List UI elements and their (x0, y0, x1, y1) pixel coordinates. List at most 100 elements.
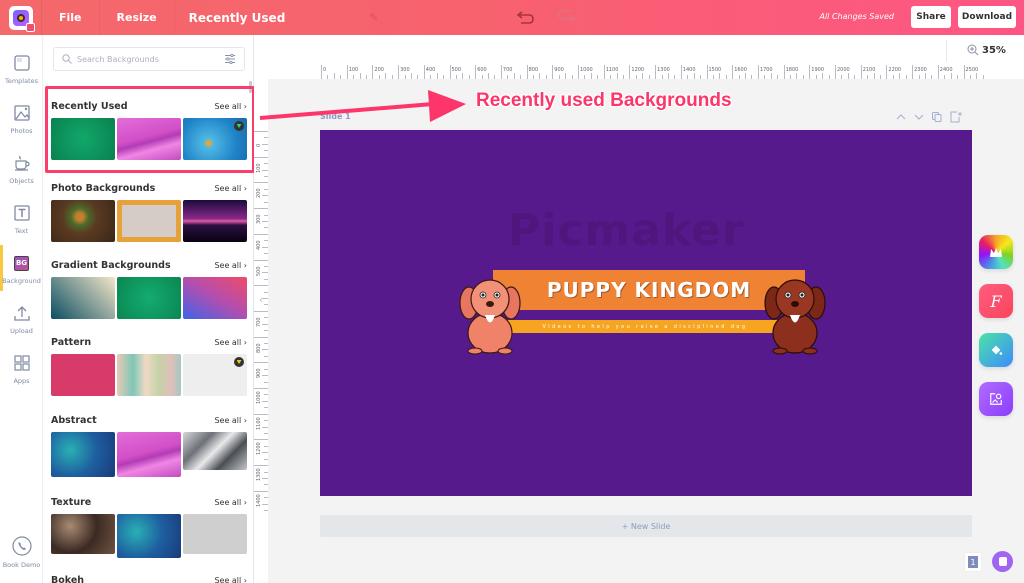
ruler-label: 200 (374, 67, 384, 73)
puppy-illustration-right[interactable] (760, 275, 830, 355)
thumb-leaf-frame[interactable] (117, 200, 181, 242)
thumb-blue-paint[interactable] (117, 514, 181, 558)
search-input[interactable]: Search Backgrounds (77, 55, 224, 64)
thumb-green-radial[interactable] (117, 277, 181, 319)
thumb-teal-cream[interactable] (51, 277, 115, 319)
app-button-fonts[interactable]: F (979, 284, 1013, 318)
thumb-pink-texture[interactable] (51, 354, 115, 396)
thumb-firewood[interactable] (51, 514, 115, 554)
ruler-label: 1300 (256, 468, 262, 482)
ruler-subtick (539, 73, 541, 79)
app-logo[interactable] (0, 0, 42, 35)
nav-photos[interactable]: Photos (0, 98, 43, 148)
app-button-magic[interactable] (979, 235, 1013, 269)
ruler-subtick (333, 73, 335, 79)
nav-upload[interactable]: Upload (0, 298, 43, 348)
ruler-tick (254, 259, 268, 261)
design-title[interactable]: PUPPY KINGDOM (547, 278, 751, 302)
move-up-icon[interactable] (895, 111, 907, 123)
ruler-tick (732, 65, 734, 79)
nav-apps[interactable]: Apps (0, 348, 43, 398)
file-menu[interactable]: File (42, 0, 100, 35)
puppy-illustration-left[interactable] (455, 275, 525, 355)
redo-icon[interactable] (556, 9, 576, 25)
ruler-subtick (770, 73, 772, 79)
new-slide-button[interactable]: + New Slide (320, 515, 972, 537)
collapse-panel-icon[interactable]: ‹ (254, 293, 268, 307)
see-all-link[interactable]: See all › (214, 338, 247, 347)
resize-menu[interactable]: Resize (100, 0, 175, 35)
nav-text[interactable]: Text (0, 198, 43, 248)
ruler-subtick (667, 73, 669, 79)
ruler-subtick (378, 75, 380, 79)
book-demo-button[interactable]: Book Demo (0, 530, 43, 580)
ruler-subtick (513, 73, 515, 79)
page-count[interactable]: 1 (964, 552, 982, 572)
see-all-link[interactable]: See all › (214, 416, 247, 425)
zoom-in-icon (967, 44, 979, 56)
search-icon (62, 54, 72, 64)
ruler-subtick (905, 75, 907, 79)
thumb-pink-blue[interactable] (183, 277, 247, 319)
thumb-grey-concrete[interactable] (183, 514, 247, 554)
see-all-link[interactable]: See all › (214, 184, 247, 193)
ruler-tick (578, 65, 579, 79)
app-button-image-search[interactable] (979, 382, 1013, 416)
ruler-subtick (264, 381, 268, 383)
see-all-link[interactable]: See all › (214, 498, 247, 507)
ruler-subtick (264, 510, 268, 512)
ruler-label: 900 (554, 67, 564, 73)
search-backgrounds[interactable]: Search Backgrounds (53, 47, 245, 71)
nav-objects[interactable]: Objects (0, 148, 43, 198)
design-subtitle[interactable]: Videos to help you raise a disciplined d… (543, 324, 748, 330)
ruler-subtick (264, 188, 268, 190)
thumb-paint-drips[interactable] (117, 354, 181, 396)
add-slide-icon[interactable] (949, 110, 963, 124)
undo-icon[interactable] (516, 9, 536, 25)
ruler-subtick (520, 75, 522, 79)
edit-title-pencil-icon[interactable]: ✎ (369, 11, 378, 24)
see-all-link[interactable]: See all › (214, 261, 247, 270)
ruler-label: 400 (425, 67, 436, 73)
document-title[interactable]: Recently Used (175, 0, 300, 35)
ruler-subtick (847, 73, 849, 79)
thumb-purple-sunset[interactable] (183, 200, 247, 242)
thumb-pink-dunes[interactable] (117, 432, 181, 477)
ruler-corner (268, 65, 320, 79)
ruler-subtick (264, 137, 268, 139)
ruler-label: 100 (348, 67, 359, 73)
nav-background[interactable]: BG Background (0, 248, 43, 298)
share-button[interactable]: Share (911, 6, 951, 28)
ruler-tick (398, 65, 400, 79)
move-down-icon[interactable] (913, 111, 925, 123)
ruler-subtick (264, 175, 268, 177)
ruler-subtick (264, 240, 268, 242)
filter-icon[interactable] (224, 53, 236, 65)
ruler-subtick (410, 73, 412, 79)
ruler-subtick (262, 246, 268, 248)
download-button[interactable]: Download (958, 6, 1016, 28)
ruler-label: 1100 (256, 416, 262, 430)
see-all-link[interactable]: See all › (214, 576, 247, 583)
nav-templates[interactable]: Templates (0, 48, 43, 98)
zoom-control[interactable]: 35% (967, 44, 1006, 56)
duplicate-icon[interactable] (931, 111, 943, 123)
ruler-label: 900 (256, 368, 262, 379)
ruler-tick (254, 388, 268, 389)
thumb-wood-food[interactable] (51, 200, 115, 242)
ruler-subtick (264, 330, 268, 332)
ruler-label: 100 (256, 163, 262, 173)
thumb-blue-paint[interactable] (51, 432, 115, 477)
ruler-subtick (558, 75, 560, 79)
thumb-white-paper[interactable] (183, 354, 247, 396)
slide-canvas[interactable]: Picmaker PUPPY KINGDOM Videos to help yo… (320, 130, 972, 496)
ruler-label: 500 (256, 265, 262, 276)
app-button-fill[interactable] (979, 333, 1013, 367)
ruler-subtick (648, 75, 650, 79)
ruler-subtick (430, 75, 432, 79)
ruler-subtick (262, 503, 268, 505)
thumb-silver-polygons[interactable] (183, 432, 247, 470)
ruler-subtick (969, 75, 971, 79)
title-banner[interactable]: PUPPY KINGDOM (493, 270, 805, 310)
chat-button[interactable] (992, 551, 1013, 572)
